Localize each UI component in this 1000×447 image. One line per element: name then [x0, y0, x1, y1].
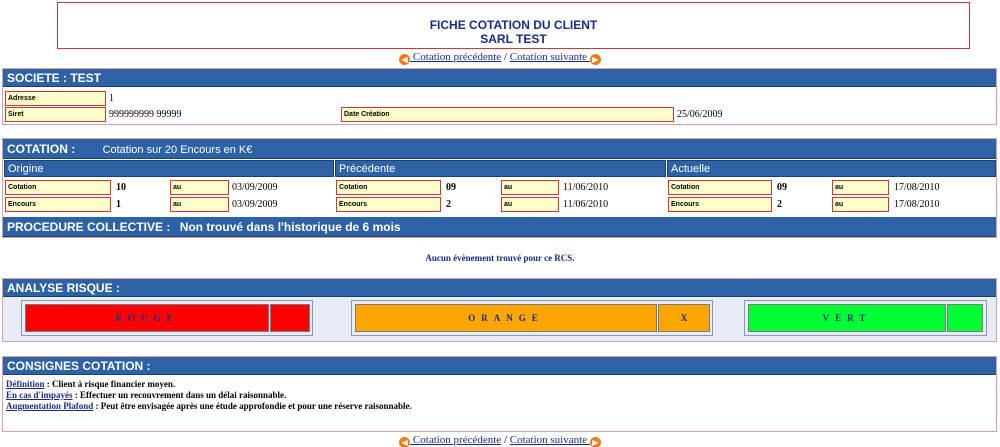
origine-cotation-label: Cotation	[5, 180, 111, 195]
consigne-item: Augmentation Plafond : Peut être envisag…	[6, 401, 412, 411]
cotation-subtitle: Cotation sur 20 Encours en K€	[102, 144, 253, 156]
precedente-au-label-1: au	[501, 180, 559, 195]
client-name: SARL TEST	[480, 32, 547, 46]
actuelle-date-1: 17/08/2010	[894, 182, 940, 193]
next-cotation-link[interactable]: Cotation suivante	[510, 51, 590, 63]
consignes-header: CONSIGNES COTATION :	[3, 357, 996, 375]
next-cotation-link[interactable]: Cotation suivante	[510, 434, 590, 446]
prev-cotation-link[interactable]: Cotation précédente	[410, 51, 501, 63]
risk-orange-box: ORANGE X	[351, 300, 713, 336]
analyse-risque-header: ANALYSE RISQUE :	[3, 279, 996, 297]
column-precedente-header: Précédente	[335, 160, 666, 177]
actuelle-au-label-2: au	[832, 197, 889, 212]
siret-value: 999999999 99999	[109, 109, 182, 120]
risk-vert-mark	[947, 304, 983, 332]
precedente-cotation-value: 09	[446, 182, 456, 193]
risk-vert-box: VERT	[744, 300, 987, 336]
siret-label: Siret	[5, 107, 106, 122]
origine-encours-value: 1	[116, 199, 121, 210]
risk-vert-cell: VERT	[748, 304, 946, 332]
precedente-encours-value: 2	[446, 199, 451, 210]
risk-orange-mark: X	[658, 304, 710, 332]
date-creation-value: 25/06/2009	[677, 109, 723, 120]
page-title-box: FICHE COTATION DU CLIENT SARL TEST	[57, 2, 970, 49]
risk-orange-cell: ORANGE	[355, 304, 657, 332]
consignes-panel: CONSIGNES COTATION : Définition : Client…	[2, 356, 997, 432]
prev-cotation-link[interactable]: Cotation précédente	[410, 434, 501, 446]
origine-cotation-value: 10	[116, 182, 126, 193]
no-event-message: Aucun évènement trouvé pour ce RCS.	[425, 253, 575, 263]
actuelle-date-2: 17/08/2010	[894, 199, 940, 210]
risk-rouge-box: ROUGE	[21, 300, 313, 336]
procedure-text: Non trouvé dans l'historique de 6 mois	[179, 220, 401, 234]
precedente-encours-label: Encours	[336, 197, 441, 212]
cotation-header: COTATION : Cotation sur 20 Encours en K€	[3, 139, 996, 159]
page-title: FICHE COTATION DU CLIENT	[429, 18, 598, 32]
procedure-bar: PROCEDURE COLLECTIVE : Non trouvé dans l…	[3, 217, 996, 237]
actuelle-au-label-1: au	[832, 180, 889, 195]
column-actuelle-header: Actuelle	[667, 160, 996, 177]
analyse-risque-panel: ANALYSE RISQUE : ROUGE ORANGE X VERT	[2, 278, 997, 342]
bottom-nav: ◀ Cotation précédente / Cotation suivant…	[0, 433, 1000, 447]
column-origine-header: Origine	[4, 160, 334, 177]
precedente-cotation-label: Cotation	[336, 180, 441, 195]
date-creation-label: Date Création	[341, 107, 674, 122]
top-nav: ◀ Cotation précédente / Cotation suivant…	[0, 50, 1000, 65]
actuelle-cotation-value: 09	[777, 182, 787, 193]
consigne-item: Définition : Client à risque financier m…	[6, 379, 176, 389]
origine-au-label-1: au	[170, 180, 229, 195]
precedente-au-label-2: au	[501, 197, 559, 212]
risk-rouge-mark	[270, 304, 310, 332]
arrow-right-icon[interactable]: ▶	[589, 437, 601, 447]
actuelle-encours-value: 2	[777, 199, 782, 210]
adresse-value: 1	[109, 93, 114, 104]
origine-au-label-2: au	[170, 197, 229, 212]
origine-date-2: 03/09/2009	[232, 199, 278, 210]
arrow-left-icon[interactable]: ◀	[399, 54, 411, 65]
actuelle-cotation-label: Cotation	[668, 180, 772, 195]
precedente-date-2: 11/06/2010	[563, 199, 609, 210]
risk-rouge-cell: ROUGE	[25, 304, 269, 332]
origine-date-1: 03/09/2009	[232, 182, 278, 193]
precedente-date-1: 11/06/2010	[563, 182, 609, 193]
consigne-item: En cas d'impayés : Effectuer un recouvre…	[6, 390, 287, 400]
origine-encours-label: Encours	[5, 197, 111, 212]
adresse-label: Adresse	[5, 91, 106, 106]
arrow-left-icon[interactable]: ◀	[399, 437, 411, 447]
societe-panel: SOCIETE : TEST Adresse 1 Siret 999999999…	[2, 68, 997, 125]
arrow-right-icon[interactable]: ▶	[589, 54, 601, 65]
societe-header: SOCIETE : TEST	[3, 69, 996, 87]
actuelle-encours-label: Encours	[668, 197, 772, 212]
consignes-list: Définition : Client à risque financier m…	[3, 375, 996, 412]
procedure-header: PROCEDURE COLLECTIVE :	[7, 220, 171, 234]
cotation-panel: COTATION : Cotation sur 20 Encours en K€…	[2, 138, 997, 238]
